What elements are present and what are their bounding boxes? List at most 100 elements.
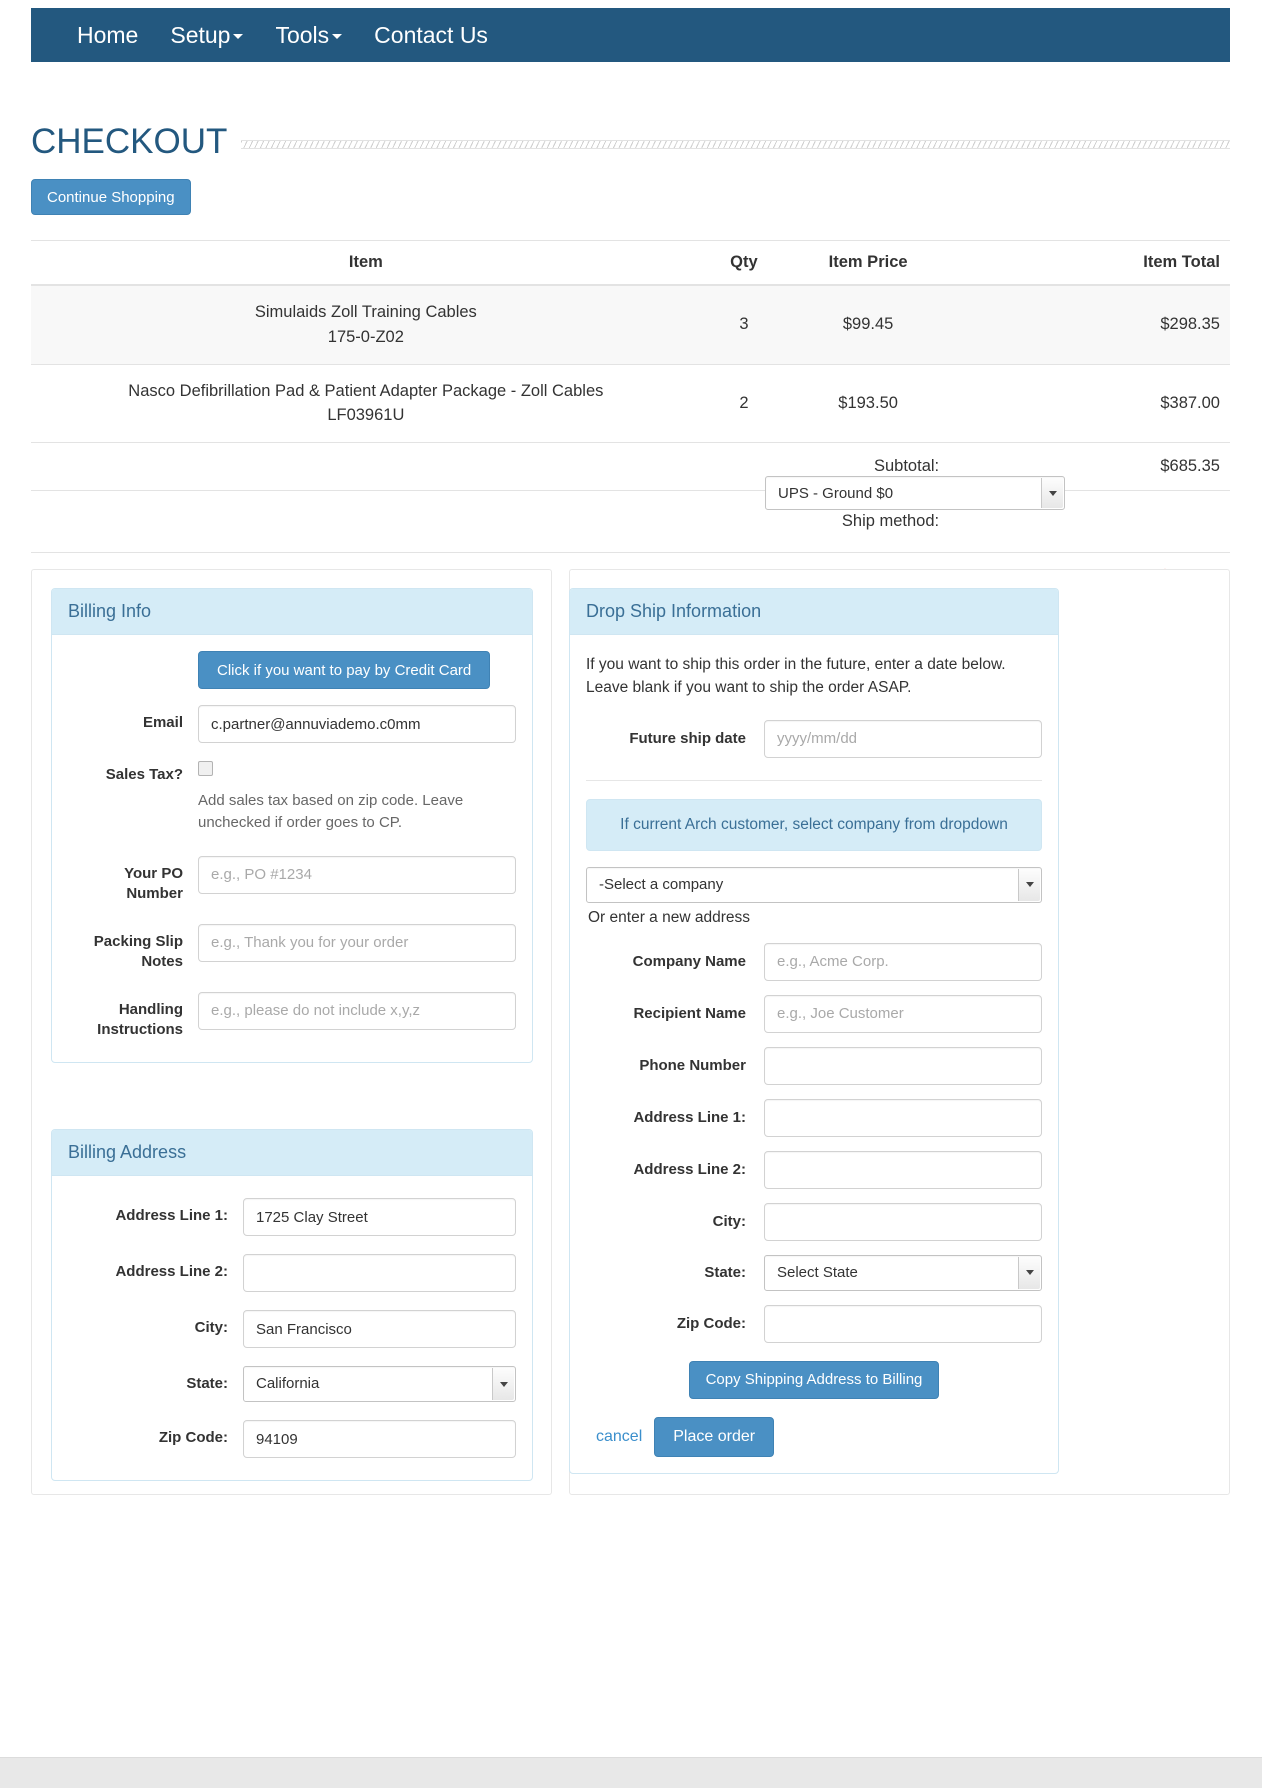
nav-label-setup: Setup (170, 21, 231, 48)
ds-zip-label: Zip Code: (676, 1315, 746, 1332)
billing-address1-row: Address Line 1: (68, 1198, 516, 1236)
nav-label-home: Home (77, 21, 139, 48)
drop-ship-address-line1-field[interactable] (764, 1098, 1042, 1137)
ds-state-row: State: Select State (586, 1254, 1042, 1291)
drop-ship-panel: Drop Ship Information If you want to shi… (569, 588, 1059, 1474)
chevron-down-icon (233, 33, 244, 39)
recipient-name-field[interactable] (764, 994, 1042, 1033)
col-header-item: Item (31, 240, 701, 286)
po-number-label: Your PO Number (124, 864, 183, 902)
billing-city-label: City: (194, 1319, 228, 1336)
billing-zip-code-field[interactable] (243, 1420, 516, 1458)
cell-qty: 2 (700, 363, 788, 443)
sales-tax-help-text: Add sales tax based on zip code. Leave u… (198, 792, 464, 831)
drop-ship-zip-code-field[interactable] (764, 1304, 1042, 1343)
nav-label-contact-us: Contact Us (374, 21, 488, 48)
nav-item-tools[interactable]: Tools (259, 23, 358, 47)
nav-item-contact-us[interactable]: Contact Us (358, 21, 504, 48)
col-header-item-total: Item Total (949, 240, 1230, 286)
billing-address-panel: Billing Address Address Line 1: Address … (51, 1129, 533, 1481)
email-field[interactable] (198, 705, 516, 743)
packing-slip-notes-field[interactable] (198, 923, 516, 962)
ship-method-select[interactable]: UPS - Ground $0 (765, 476, 1065, 510)
copy-address-row: Copy Shipping Address to Billing (586, 1360, 1042, 1399)
company-name-label: Company Name (632, 953, 746, 970)
billing-address1-control (243, 1198, 516, 1236)
cell-item-price: $99.45 (787, 284, 950, 364)
billing-zip-row: Zip Code: (68, 1420, 516, 1458)
cell-item-name: Simulaids Zoll Training Cables 175-0-Z02 (31, 284, 701, 364)
phone-number-label: Phone Number (639, 1057, 746, 1074)
ds-address1-row: Address Line 1: (586, 1098, 1042, 1137)
email-control (198, 705, 516, 743)
nav-item-home[interactable]: Home (61, 21, 154, 48)
company-name-row: Company Name (586, 942, 1042, 981)
po-number-control (198, 855, 516, 894)
billing-address2-label: Address Line 2: (115, 1263, 228, 1280)
select-arrow-icon[interactable] (1018, 868, 1040, 901)
handling-instructions-field[interactable] (198, 991, 516, 1030)
billing-address-title: Billing Address (52, 1130, 532, 1176)
po-number-field[interactable] (198, 855, 516, 894)
col-header-item-price: Item Price (787, 240, 950, 286)
drop-ship-city-field[interactable] (764, 1202, 1042, 1241)
cell-qty: 3 (700, 284, 788, 364)
credit-card-button-row: Click if you want to pay by Credit Card (68, 651, 516, 689)
ds-address1-label: Address Line 1: (633, 1109, 746, 1126)
ds-address2-control (764, 1150, 1042, 1189)
cancel-link[interactable]: cancel (596, 1428, 642, 1446)
phone-number-field[interactable] (764, 1046, 1042, 1085)
handling-instructions-control (198, 991, 516, 1030)
billing-info-panel: Billing Info Click if you want to pay by… (51, 588, 533, 1063)
footer-bar (0, 1757, 1262, 1788)
col-header-qty: Qty (700, 240, 788, 286)
billing-address-body: Address Line 1: Address Line 2: City: St… (52, 1176, 532, 1480)
checkout-page: Home Setup Tools Contact Us CHECKOUT Con… (0, 0, 1262, 1788)
billing-state-row: State: California (68, 1366, 516, 1402)
ds-state-control: Select State (764, 1254, 1042, 1291)
select-arrow-icon[interactable] (1018, 1256, 1040, 1289)
future-ship-date-control (764, 719, 1042, 758)
company-select[interactable]: -Select a company (586, 866, 1042, 903)
future-ship-date-row: Future ship date (586, 719, 1042, 758)
phone-number-row: Phone Number (586, 1046, 1042, 1085)
company-name-field[interactable] (764, 942, 1042, 981)
billing-address-line2-field[interactable] (243, 1254, 516, 1292)
order-table-head: Item Qty Item Price Item Total (31, 240, 1230, 286)
continue-shopping-button[interactable]: Continue Shopping (31, 179, 191, 215)
billing-city-control (243, 1310, 516, 1348)
select-arrow-icon[interactable] (492, 1368, 514, 1400)
drop-ship-footer-actions: cancel Place order (586, 1416, 1042, 1457)
item-sku: 175-0-Z02 (327, 327, 404, 346)
order-table-body: Simulaids Zoll Training Cables 175-0-Z02… (31, 284, 1230, 600)
drop-ship-title: Drop Ship Information (570, 589, 1058, 635)
order-summary-table: Item Qty Item Price Item Total Simulaids… (31, 240, 1230, 600)
sales-tax-control: Add sales tax based on zip code. Leave u… (198, 757, 516, 834)
billing-city-field[interactable] (243, 1310, 516, 1348)
future-ship-date-field[interactable] (764, 719, 1042, 758)
cell-item-price: $193.50 (787, 363, 950, 443)
drop-ship-state-select[interactable]: Select State (764, 1254, 1042, 1291)
company-name-control (764, 942, 1042, 981)
billing-state-select[interactable]: California (243, 1366, 516, 1402)
drop-ship-intro-line2: Leave blank if you want to ship the orde… (586, 679, 912, 697)
copy-shipping-address-to-billing-button[interactable]: Copy Shipping Address to Billing (688, 1360, 940, 1399)
recipient-name-row: Recipient Name (586, 994, 1042, 1033)
pay-by-credit-card-button[interactable]: Click if you want to pay by Credit Card (198, 651, 491, 689)
billing-address-line1-field[interactable] (243, 1198, 516, 1236)
nav-item-setup[interactable]: Setup (154, 21, 259, 48)
ds-zip-control (764, 1304, 1042, 1343)
billing-info-body: Click if you want to pay by Credit Card … (52, 635, 532, 1062)
select-arrow-icon[interactable] (1041, 478, 1063, 508)
place-order-button[interactable]: Place order (654, 1416, 775, 1457)
ds-city-row: City: (586, 1202, 1042, 1241)
sales-tax-checkbox[interactable] (198, 761, 213, 776)
drop-ship-body: If you want to ship this order in the fu… (570, 635, 1058, 1473)
billing-address2-control (243, 1254, 516, 1292)
drop-ship-address-line2-field[interactable] (764, 1150, 1042, 1189)
drop-ship-state-selected-value: Select State (777, 1263, 858, 1281)
heading-rule (241, 139, 1230, 149)
sales-tax-label: Sales Tax? (105, 766, 183, 783)
billing-info-title: Billing Info (52, 589, 532, 635)
order-table-header-row: Item Qty Item Price Item Total (31, 240, 1230, 286)
